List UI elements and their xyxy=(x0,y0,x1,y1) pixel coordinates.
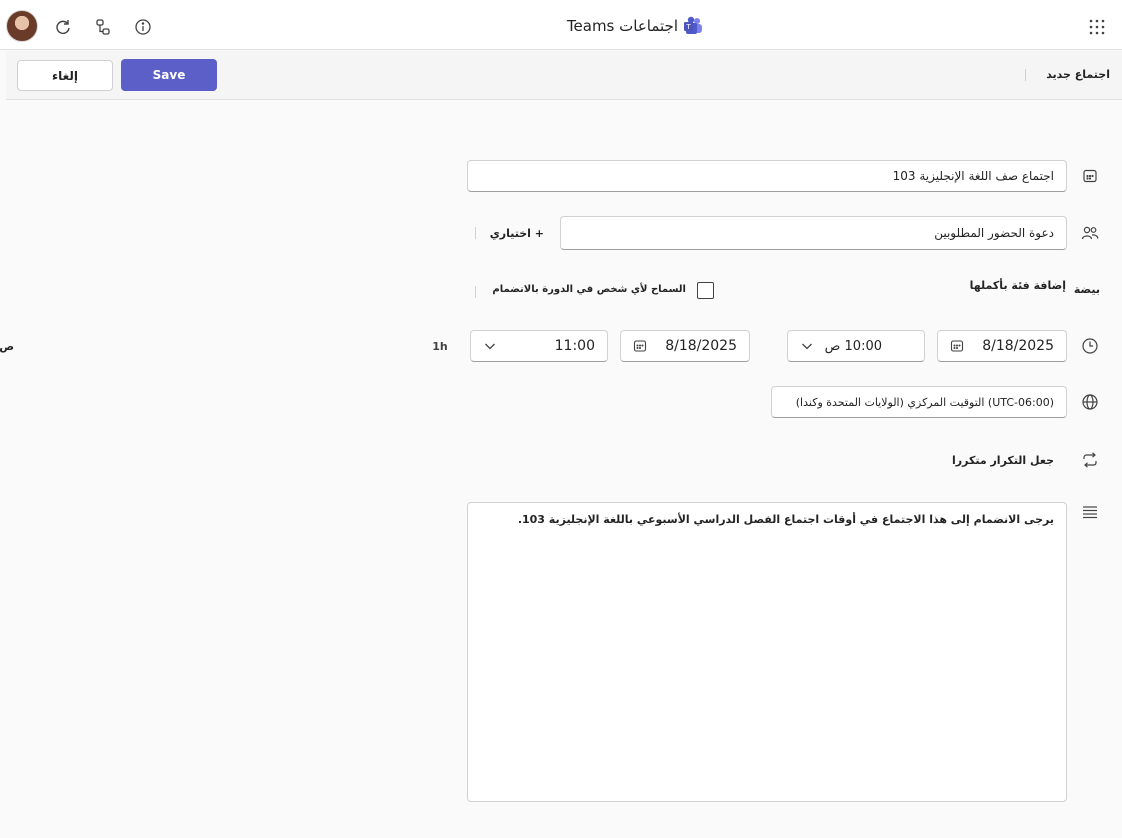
end-time-value: 11:00 xyxy=(554,338,595,354)
end-date-picker[interactable]: 8/18/2025 xyxy=(620,330,750,362)
optional-button[interactable]: + اختياري xyxy=(480,227,544,240)
channel-side-label: بيضة xyxy=(1073,283,1100,296)
attendees-placeholder: دعوة الحضور المطلوبين xyxy=(934,226,1054,240)
avatar[interactable] xyxy=(6,10,38,42)
save-button[interactable]: Save xyxy=(121,59,217,91)
start-date-calendar-icon xyxy=(950,339,964,353)
add-class-link[interactable]: إضافة فئة بأكملها xyxy=(960,279,1066,292)
info-icon[interactable] xyxy=(131,15,155,39)
allow-join-label: السماح لأي شخص في الدورة بالانضمام xyxy=(492,284,686,295)
end-date-value: 8/18/2025 xyxy=(665,338,737,354)
description-text: يرجى الانضمام إلى هذا الاجتماع في أوقات … xyxy=(517,513,1054,526)
description-lines-icon xyxy=(1080,502,1100,522)
timezone-value: (UTC-06:00) التوقيت المركزي (الولايات ال… xyxy=(795,395,1054,409)
cancel-button-label: إلغاء xyxy=(51,68,79,83)
apps-grid-icon[interactable] xyxy=(1085,15,1109,39)
app-title: اجتماعات Teams xyxy=(566,17,678,35)
start-date-value: 8/18/2025 xyxy=(982,338,1054,354)
people-icon xyxy=(1080,223,1100,243)
globe-icon xyxy=(1080,392,1100,412)
attendees-field[interactable]: دعوة الحضور المطلوبين xyxy=(560,216,1067,250)
start-time-chevron-down-icon xyxy=(800,339,814,353)
teams-logo-icon: T xyxy=(682,16,704,36)
duration-label: 1h xyxy=(432,340,448,353)
title-bar xyxy=(0,0,1122,50)
repeat-icon xyxy=(1080,450,1100,470)
page-label: اجتماع جديد xyxy=(1046,68,1110,81)
save-button-label: Save xyxy=(152,68,186,82)
svg-text:T: T xyxy=(685,23,691,31)
start-date-picker[interactable]: 8/18/2025 xyxy=(937,330,1067,362)
description-textarea[interactable]: يرجى الانضمام إلى هذا الاجتماع في أوقات … xyxy=(467,502,1067,802)
allow-join-checkbox[interactable] xyxy=(697,282,714,299)
start-time-value: 10:00 ص xyxy=(824,338,882,354)
optional-divider xyxy=(475,227,476,239)
cancel-button[interactable]: إلغاء xyxy=(17,60,113,91)
timezone-dropdown[interactable]: (UTC-06:00) التوقيت المركزي (الولايات ال… xyxy=(771,386,1067,418)
title-field[interactable]: اجتماع صف اللغة الإنجليزية 103 xyxy=(467,160,1067,192)
end-time-suffix: ص xyxy=(0,340,14,353)
connect-icon[interactable] xyxy=(91,15,115,39)
toolbar-divider xyxy=(1025,69,1026,81)
calendar-title-icon xyxy=(1080,166,1100,186)
title-value: اجتماع صف اللغة الإنجليزية 103 xyxy=(892,169,1054,183)
end-time-dropdown[interactable]: 11:00 xyxy=(470,330,608,362)
end-time-chevron-down-icon xyxy=(483,339,497,353)
end-date-calendar-icon xyxy=(633,339,647,353)
clock-icon xyxy=(1080,336,1100,356)
recurrence-dropdown[interactable]: جعل التكرار متكررا xyxy=(946,454,1054,467)
reload-icon[interactable] xyxy=(51,15,75,39)
channel-divider xyxy=(475,286,476,298)
start-time-dropdown[interactable]: 10:00 ص xyxy=(787,330,925,362)
